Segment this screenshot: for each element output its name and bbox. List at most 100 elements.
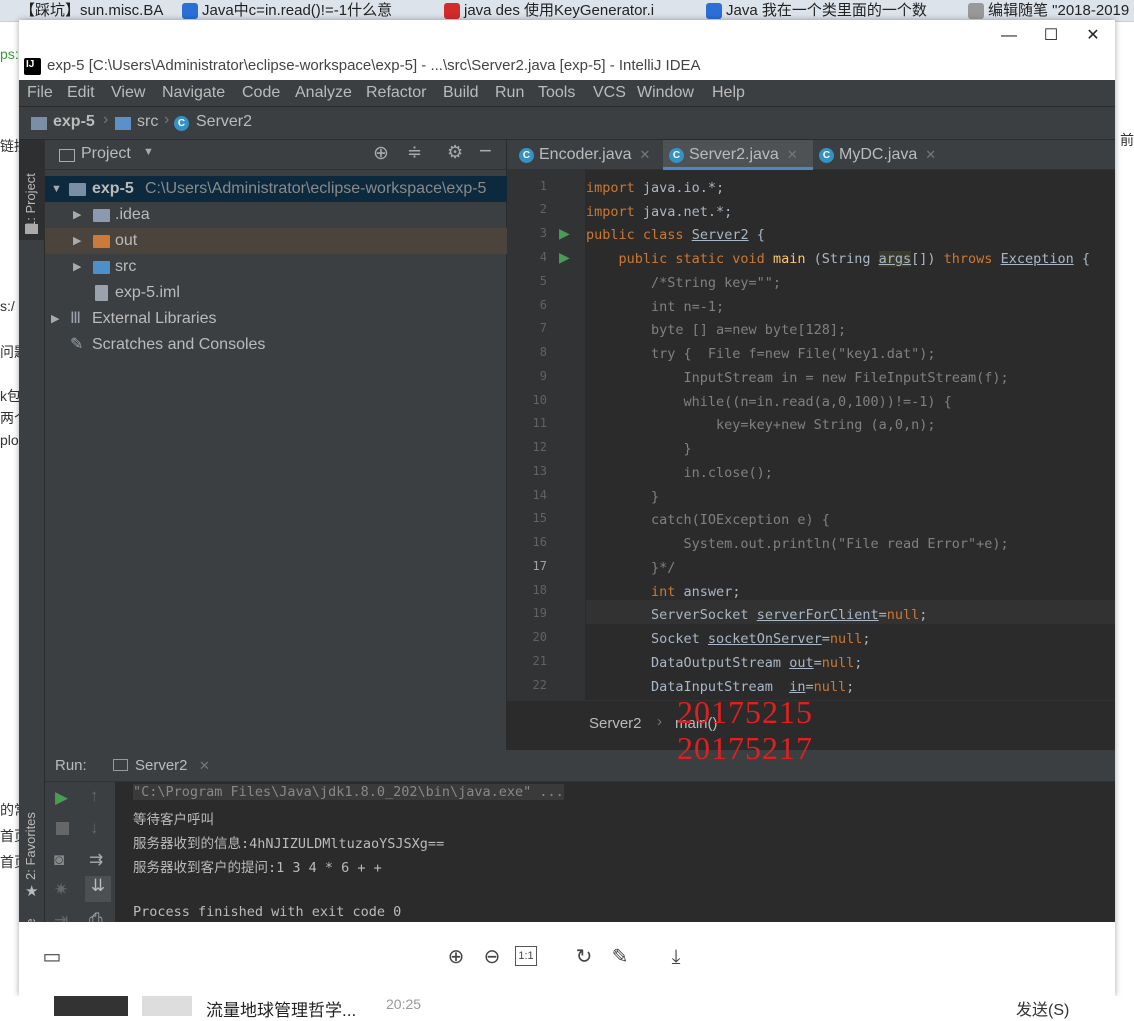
- maximize-button[interactable]: ☐: [1031, 24, 1071, 48]
- tree-item-out[interactable]: ▶ out: [45, 228, 507, 254]
- code-line: import java.io.*;: [586, 180, 725, 196]
- console-exit-line: Process finished with exit code 0: [133, 904, 402, 920]
- camera-icon[interactable]: ◙: [54, 850, 64, 870]
- breadcrumb-exp5[interactable]: exp-5: [53, 113, 95, 131]
- rerun-icon[interactable]: ▶: [55, 788, 68, 808]
- line-number: 13: [532, 464, 547, 478]
- favorites-tool-tab[interactable]: 2: Favorites: [23, 812, 38, 880]
- bg-fragment: 的常: [0, 802, 20, 818]
- tree-item-src[interactable]: ▶ src: [45, 254, 507, 280]
- menu-icon[interactable]: [54, 996, 128, 1016]
- zoom-in-icon[interactable]: ⊕: [443, 944, 469, 970]
- menu-vcs[interactable]: VCS: [593, 84, 626, 102]
- tree-item-label: src: [115, 258, 137, 275]
- tree-item-external-libraries[interactable]: ▶ Ⅲ External Libraries: [45, 306, 507, 332]
- bg-fragment: 首页: [0, 854, 20, 870]
- gear-icon[interactable]: ⚙: [447, 142, 463, 163]
- rotate-icon[interactable]: ↻: [571, 944, 597, 970]
- avatar: [142, 996, 192, 1016]
- stop-icon[interactable]: [56, 822, 69, 835]
- settings-icon[interactable]: ✷: [54, 880, 68, 900]
- tab-mydc-java[interactable]: C MyDC.java ✕: [813, 140, 953, 170]
- bg-fragment: 两个: [0, 410, 20, 426]
- actual-size-button[interactable]: 1:1: [515, 946, 537, 966]
- download-icon[interactable]: ⤓: [663, 944, 689, 970]
- locate-icon[interactable]: ⊕: [373, 142, 389, 165]
- line-number: 1: [539, 179, 547, 193]
- menu-navigate[interactable]: Navigate: [162, 84, 225, 102]
- scroll-to-end-icon[interactable]: ⇊: [85, 876, 111, 902]
- up-arrow-icon[interactable]: ↑: [90, 786, 99, 806]
- run-gutter-icon[interactable]: ▶: [559, 225, 570, 242]
- run-tab-server2[interactable]: Server2: [135, 757, 188, 774]
- menu-tools[interactable]: Tools: [538, 84, 575, 102]
- menu-build[interactable]: Build: [443, 84, 479, 102]
- chat-title[interactable]: 流量地球管理哲学...: [206, 996, 356, 1021]
- bg-fragment: 首页: [0, 828, 20, 844]
- tab-encoder-java[interactable]: C Encoder.java ✕: [513, 140, 663, 170]
- tree-item-scratches[interactable]: ✎ Scratches and Consoles: [45, 332, 507, 358]
- menu-file[interactable]: File: [27, 84, 53, 102]
- project-view-title[interactable]: Project: [81, 145, 131, 163]
- tree-item-idea[interactable]: ▶ .idea: [45, 202, 507, 228]
- zoom-out-icon[interactable]: ⊖: [479, 944, 505, 970]
- line-number: 15: [532, 511, 547, 525]
- collapse-arrow-icon: ▶: [51, 313, 60, 325]
- send-button[interactable]: 发送(S): [1016, 996, 1069, 1020]
- collapse-arrow-icon: ▶: [73, 261, 82, 273]
- menu-window[interactable]: Window: [637, 84, 694, 102]
- folder-icon: [115, 117, 131, 130]
- run-gutter-icon[interactable]: ▶: [559, 249, 570, 266]
- close-tab-icon[interactable]: ✕: [640, 147, 651, 162]
- collapse-all-icon[interactable]: ≑: [407, 142, 422, 163]
- bg-fragment: ps:/: [0, 46, 20, 62]
- browser-tab-5[interactable]: 编辑随笔 "2018-2019: [962, 0, 1134, 22]
- tree-item-label: Scratches and Consoles: [92, 336, 266, 353]
- browser-tab-2[interactable]: Java中c=in.read()!=-1什么意: [176, 0, 416, 22]
- module-icon: [31, 117, 47, 130]
- navigation-bar: exp-5 › src › C Server2: [19, 107, 1115, 140]
- soft-wrap-icon[interactable]: ⇉: [89, 850, 103, 870]
- line-number: 6: [539, 298, 547, 312]
- line-number: 3: [539, 226, 547, 240]
- close-button[interactable]: ✕: [1073, 24, 1113, 48]
- menu-refactor[interactable]: Refactor: [366, 84, 426, 102]
- collapse-arrow-icon: ▶: [73, 209, 82, 221]
- line-number: 10: [532, 393, 547, 407]
- code-line: import java.net.*;: [586, 204, 733, 220]
- menu-view[interactable]: View: [111, 84, 145, 102]
- tab-server2-java[interactable]: C Server2.java ✕: [663, 140, 813, 170]
- breadcrumb-src[interactable]: src: [137, 113, 158, 131]
- menu-edit[interactable]: Edit: [67, 84, 95, 102]
- crumb-class[interactable]: Server2: [589, 715, 642, 732]
- dropdown-icon[interactable]: ▼: [143, 146, 154, 158]
- browser-tab-3[interactable]: java des 使用KeyGenerator.i: [438, 0, 682, 22]
- browser-tab-1[interactable]: 【踩坑】sun.misc.BASE: [0, 0, 164, 22]
- project-tool-tab[interactable]: 1: Project: [19, 140, 45, 240]
- line-number: 4: [539, 250, 547, 264]
- down-arrow-icon[interactable]: ↓: [90, 818, 99, 838]
- code-line: DataInputStream in=null;: [586, 679, 855, 695]
- console-line: 服务器收到客户的提问:1 3 4 * 6 + +: [133, 860, 382, 876]
- tree-root-exp5[interactable]: ▼ exp-5 C:\Users\Administrator\eclipse-w…: [45, 176, 507, 202]
- menu-run[interactable]: Run: [495, 84, 524, 102]
- breadcrumb-server2[interactable]: Server2: [196, 113, 252, 131]
- menu-help[interactable]: Help: [712, 84, 745, 102]
- chevron-right-icon: ›: [164, 111, 170, 128]
- edit-pen-icon[interactable]: ✎: [607, 944, 633, 970]
- module-icon: [69, 183, 86, 196]
- close-tab-icon[interactable]: ✕: [925, 147, 936, 162]
- editor-tab-bar: C Encoder.java ✕ C Server2.java ✕ C MyDC.java…: [507, 140, 1115, 170]
- tree-item-iml[interactable]: exp-5.iml: [45, 280, 507, 306]
- hide-panel-icon[interactable]: −: [479, 138, 492, 164]
- run-panel-header: Run: Server2 ✕: [45, 750, 1115, 782]
- minimize-button[interactable]: —: [989, 24, 1029, 48]
- line-number: 22: [532, 678, 547, 692]
- menu-analyze[interactable]: Analyze: [295, 84, 352, 102]
- thumbnail-icon[interactable]: ▭: [39, 944, 65, 970]
- close-tab-icon[interactable]: ✕: [199, 758, 210, 774]
- close-tab-icon[interactable]: ✕: [787, 147, 798, 162]
- menu-code[interactable]: Code: [242, 84, 280, 102]
- browser-tab-4[interactable]: Java 我在一个类里面的一个数: [700, 0, 944, 22]
- console-command-line: "C:\Program Files\Java\jdk1.8.0_202\bin\…: [133, 784, 564, 800]
